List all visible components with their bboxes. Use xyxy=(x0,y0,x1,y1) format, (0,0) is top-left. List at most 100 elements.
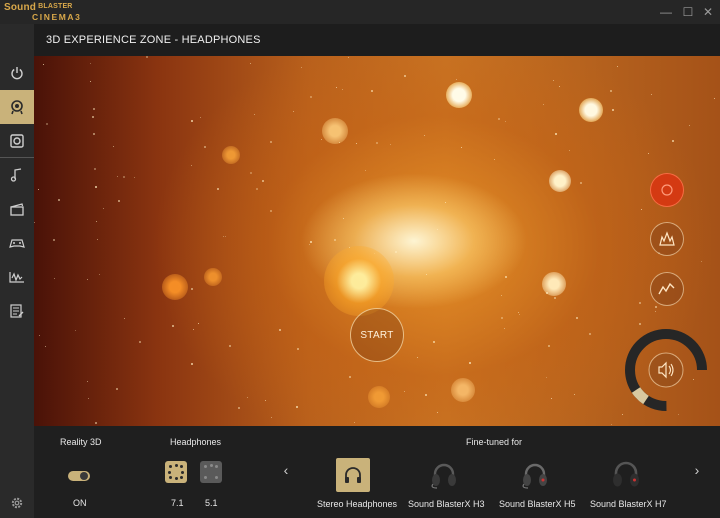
headset-icon xyxy=(522,463,547,489)
star-particle xyxy=(254,114,255,115)
star-particle xyxy=(610,90,612,92)
star-particle xyxy=(417,357,418,358)
star-particle xyxy=(134,177,135,178)
light-orb xyxy=(368,386,390,408)
star-particle xyxy=(342,89,343,90)
maximize-button[interactable]: ☐ xyxy=(680,4,696,20)
star-particle xyxy=(88,398,89,399)
star-particle xyxy=(103,208,104,209)
star-particle xyxy=(543,104,544,105)
star-particle xyxy=(297,348,299,350)
carousel-next-button[interactable]: › xyxy=(690,462,704,478)
page-header: 3D EXPERIENCE ZONE - HEADPHONES xyxy=(34,24,720,56)
music-note-icon xyxy=(10,168,22,182)
effect-toggle-bass[interactable] xyxy=(650,272,684,306)
star-particle xyxy=(678,414,679,415)
minimize-button[interactable]: — xyxy=(658,4,674,20)
star-particle xyxy=(551,398,552,399)
headphones-51-option[interactable] xyxy=(200,461,222,483)
carousel-prev-button[interactable]: ‹ xyxy=(279,462,293,478)
star-particle xyxy=(310,96,312,98)
effect-toggle-record[interactable] xyxy=(650,173,684,207)
star-particle xyxy=(639,302,641,304)
sidebar-item-game[interactable] xyxy=(0,226,34,260)
star-particle xyxy=(365,170,366,171)
star-particle xyxy=(655,311,656,312)
star-particle xyxy=(518,312,519,313)
star-particle xyxy=(469,362,471,364)
star-particle xyxy=(589,333,591,335)
star-particle xyxy=(279,329,281,331)
device-label: Sound BlasterX H7 xyxy=(590,499,667,509)
star-particle xyxy=(43,64,44,65)
headphones-3d-icon xyxy=(11,100,23,115)
star-particle xyxy=(390,144,391,145)
sidebar-item-3d-headphones[interactable] xyxy=(0,90,34,124)
settings-button[interactable] xyxy=(10,496,24,515)
star-particle xyxy=(94,168,96,170)
gear-icon xyxy=(11,497,23,509)
device-label: Sound BlasterX H3 xyxy=(408,499,485,509)
sidebar-item-music[interactable] xyxy=(0,158,34,192)
star-particle xyxy=(494,159,495,160)
sidebar-item-notes[interactable] xyxy=(0,294,34,328)
reality-3d-toggle[interactable] xyxy=(68,471,90,481)
star-particle xyxy=(553,80,554,81)
headset-icon xyxy=(431,463,456,489)
light-orb xyxy=(579,98,603,122)
star-particle xyxy=(714,98,715,99)
star-particle xyxy=(193,329,194,330)
bottom-panel: Reality 3D ON Headphones 7.1 5.1 Fine-tu… xyxy=(34,426,720,518)
star-particle xyxy=(555,133,557,135)
star-particle xyxy=(250,63,251,64)
headphones-label: Headphones xyxy=(170,437,222,447)
device-blasterx-h3[interactable] xyxy=(427,458,461,492)
headphones-71-option[interactable] xyxy=(165,461,187,483)
star-particle xyxy=(250,172,252,174)
star-particle xyxy=(87,381,88,382)
star-particle xyxy=(376,142,378,144)
volume-gauge[interactable] xyxy=(624,328,708,412)
star-particle xyxy=(348,57,349,58)
sidebar-item-movie[interactable] xyxy=(0,192,34,226)
star-particle xyxy=(437,229,438,230)
star-particle xyxy=(580,182,582,184)
headset-icon xyxy=(613,461,639,487)
start-button[interactable]: START xyxy=(350,308,404,362)
star-particle xyxy=(548,345,550,347)
star-particle xyxy=(433,341,435,343)
sidebar xyxy=(0,24,34,518)
device-blasterx-h7[interactable] xyxy=(609,458,643,492)
star-particle xyxy=(172,325,174,327)
star-particle xyxy=(95,186,97,188)
sidebar-item-voice[interactable] xyxy=(0,260,34,294)
page-title: 3D EXPERIENCE ZONE - HEADPHONES xyxy=(46,34,261,46)
star-particle xyxy=(569,150,570,151)
light-orb xyxy=(222,146,240,164)
headphones-71-label: 7.1 xyxy=(171,498,184,508)
star-particle xyxy=(191,288,193,290)
star-particle xyxy=(118,200,120,202)
device-label: Stereo Headphones xyxy=(317,499,398,509)
star-particle xyxy=(225,236,226,237)
star-particle xyxy=(93,133,95,135)
sidebar-item-power[interactable] xyxy=(0,56,34,90)
notes-icon xyxy=(10,304,24,318)
star-particle xyxy=(559,86,560,87)
star-particle xyxy=(336,87,337,88)
star-particle xyxy=(354,422,355,423)
star-particle xyxy=(356,143,357,144)
star-particle xyxy=(349,376,351,378)
sidebar-item-speaker[interactable] xyxy=(0,124,34,158)
star-particle xyxy=(309,244,310,245)
close-button[interactable]: ✕ xyxy=(700,4,716,20)
device-blasterx-h5[interactable] xyxy=(518,458,552,492)
star-particle xyxy=(641,209,642,210)
star-particle xyxy=(343,218,344,219)
light-orb xyxy=(446,82,472,108)
star-particle xyxy=(117,176,118,177)
effect-toggle-explosion[interactable] xyxy=(650,222,684,256)
star-particle xyxy=(265,400,266,401)
star-particle xyxy=(612,109,614,111)
device-stereo-headphones[interactable] xyxy=(336,458,370,492)
